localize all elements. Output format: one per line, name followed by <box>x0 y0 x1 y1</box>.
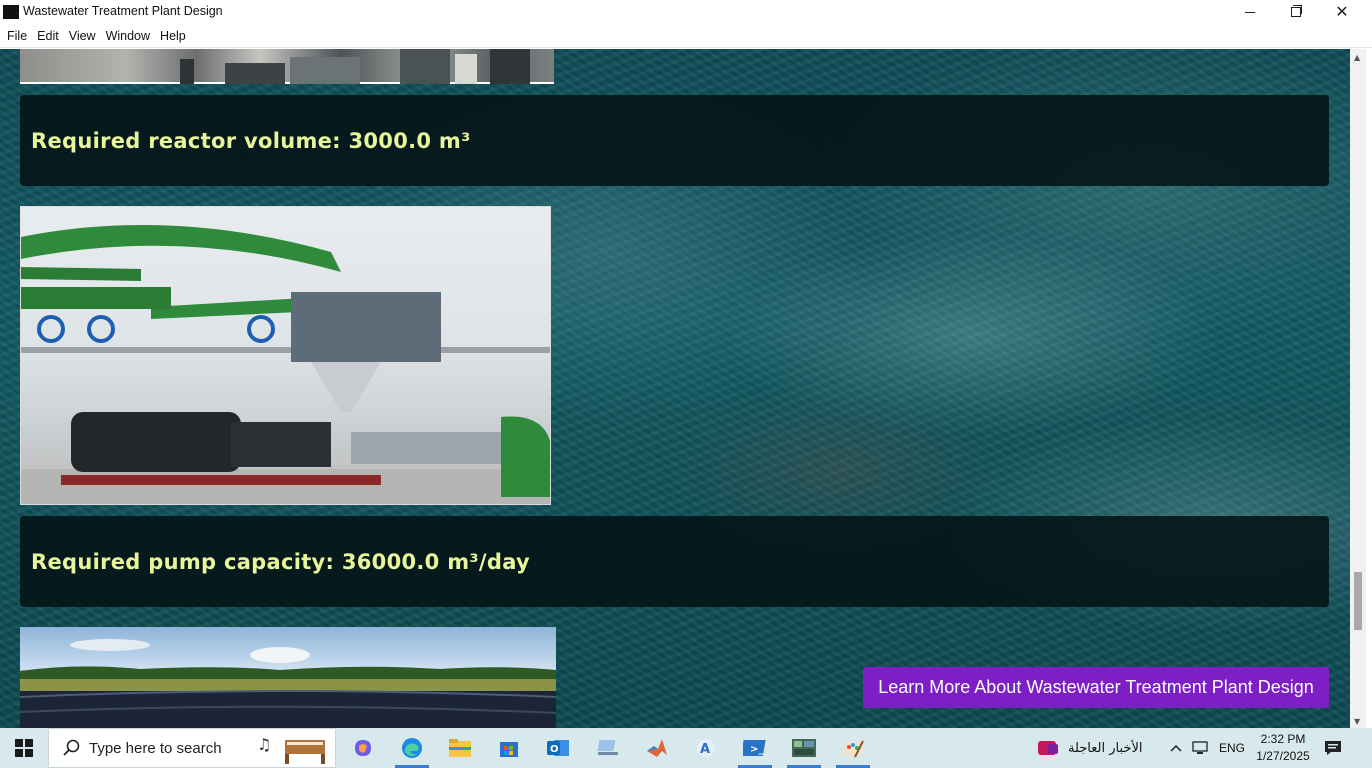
scroll-up-icon[interactable]: ▲ <box>1354 53 1360 62</box>
paint-app-icon[interactable] <box>833 732 873 768</box>
scroll-down-icon[interactable]: ▼ <box>1354 717 1360 726</box>
font-app-icon[interactable]: A <box>686 732 726 764</box>
start-button[interactable] <box>0 728 48 768</box>
edge-browser-icon[interactable] <box>392 732 432 768</box>
menu-edit[interactable]: Edit <box>32 29 64 43</box>
news-widget[interactable]: الأخبار العاجلة <box>1036 728 1142 768</box>
reactor-volume-result: Required reactor volume: 3000.0 m³ <box>20 95 1329 186</box>
menu-file[interactable]: File <box>2 29 32 43</box>
news-icon <box>1038 741 1058 755</box>
close-button[interactable]: ✕ <box>1319 0 1365 24</box>
clock[interactable]: 2:32 PM 1/27/2025 <box>1250 731 1316 765</box>
app-icon <box>3 5 19 19</box>
outlook-icon[interactable]: O <box>538 732 578 764</box>
learn-more-button[interactable]: Learn More About Wastewater Treatment Pl… <box>863 667 1329 708</box>
menu-bar: File Edit View Window Help <box>0 24 1372 48</box>
chevron-up-icon <box>1170 744 1182 752</box>
minimize-button[interactable] <box>1227 0 1273 24</box>
menu-help[interactable]: Help <box>155 29 191 43</box>
svg-text:A: A <box>700 742 710 757</box>
microsoft-store-icon[interactable] <box>489 732 529 764</box>
window-title: Wastewater Treatment Plant Design <box>23 4 223 18</box>
pump-capacity-text: Required pump capacity: 36000.0 m³/day <box>31 549 531 574</box>
show-hidden-icons[interactable] <box>1170 728 1182 768</box>
menu-window[interactable]: Window <box>101 29 155 43</box>
windows-icon <box>15 739 33 757</box>
taskbar-search[interactable]: Type here to search ♫ <box>48 728 336 768</box>
news-label: الأخبار العاجلة <box>1068 740 1143 756</box>
notification-icon <box>1325 741 1341 755</box>
scroll-thumb[interactable] <box>1354 572 1362 630</box>
laptop-app-icon[interactable] <box>588 732 628 764</box>
copilot-icon[interactable] <box>343 732 383 764</box>
minimize-icon <box>1245 11 1255 13</box>
pump-station-photo <box>20 206 551 505</box>
clock-time: 2:32 PM <box>1260 732 1306 746</box>
taskbar: Type here to search ♫ O A >_ الأخبار الع… <box>0 728 1372 768</box>
title-bar: Wastewater Treatment Plant Design ✕ <box>0 0 1372 24</box>
menu-view[interactable]: View <box>64 29 101 43</box>
restore-icon <box>1291 5 1302 17</box>
svg-text:♫: ♫ <box>257 735 271 754</box>
main-content: Required reactor volume: 3000.0 m³ Requi… <box>0 49 1350 728</box>
search-placeholder: Type here to search <box>89 739 222 757</box>
svg-text:O: O <box>550 744 559 755</box>
powershell-icon[interactable]: >_ <box>735 732 775 768</box>
close-icon: ✕ <box>1335 2 1349 21</box>
search-icon <box>61 737 83 759</box>
search-highlight-art-icon: ♫ <box>257 735 325 764</box>
wastewater-app-icon[interactable] <box>784 732 824 768</box>
clock-date: 1/27/2025 <box>1256 749 1310 763</box>
plant-photo-top <box>20 49 554 84</box>
vertical-scrollbar[interactable]: ▲ ▼ <box>1350 49 1366 728</box>
matlab-icon[interactable] <box>637 732 677 764</box>
svg-text:>_: >_ <box>750 744 763 755</box>
restore-button[interactable] <box>1273 0 1319 24</box>
network-icon <box>1192 741 1208 754</box>
reactor-volume-text: Required reactor volume: 3000.0 m³ <box>31 128 471 153</box>
lagoon-photo <box>20 627 556 728</box>
language-indicator[interactable]: ENG <box>1219 728 1245 768</box>
network-status[interactable] <box>1192 728 1210 768</box>
notifications-button[interactable] <box>1324 728 1342 768</box>
pump-capacity-result: Required pump capacity: 36000.0 m³/day <box>20 516 1329 607</box>
file-explorer-icon[interactable] <box>440 732 480 764</box>
